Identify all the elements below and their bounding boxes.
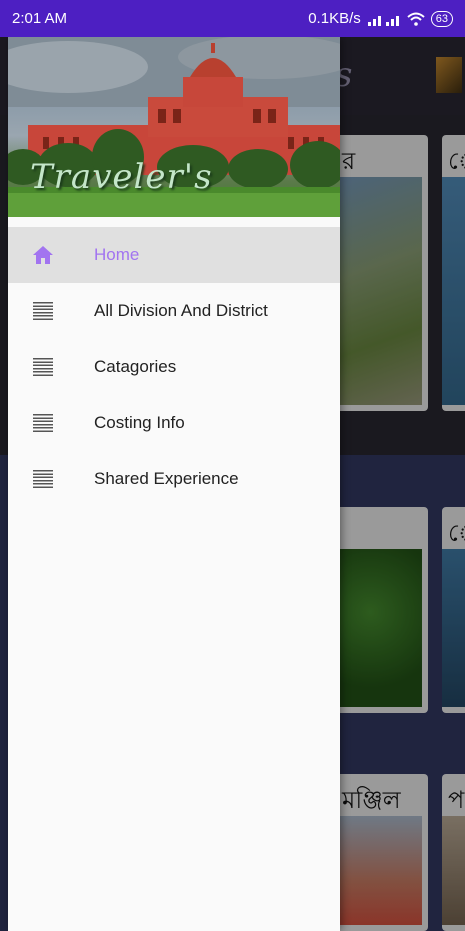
menu-item-shared-experience[interactable]: Shared Experience: [8, 451, 340, 507]
list-icon: [32, 413, 54, 433]
menu-item-label: Catagories: [94, 357, 177, 376]
menu-item-costing-info[interactable]: Costing Info: [8, 395, 340, 451]
menu-item-label: All Division And District: [94, 301, 268, 320]
menu-item-catagories[interactable]: Catagories: [8, 339, 340, 395]
signal-icon: [367, 15, 399, 26]
navigation-drawer: Traveler's Home All Division And Distric…: [8, 37, 340, 931]
wifi-icon: [407, 12, 425, 26]
status-icons: 0.1KB/s 63: [308, 10, 453, 27]
menu-item-home[interactable]: Home: [8, 227, 340, 283]
drawer-header-image: Traveler's: [8, 37, 340, 217]
menu-item-all-division-and-district[interactable]: All Division And District: [8, 283, 340, 339]
battery-indicator: 63: [430, 10, 453, 27]
menu-item-label: Costing Info: [94, 413, 185, 432]
app-title: Traveler's: [30, 157, 213, 197]
status-time: 2:01 AM: [12, 10, 68, 27]
menu-item-label: Shared Experience: [94, 469, 239, 488]
drawer-menu: Home All Division And District Catagorie…: [8, 227, 340, 507]
menu-item-label: Home: [94, 245, 140, 264]
network-speed: 0.1KB/s: [308, 10, 361, 27]
home-icon: [32, 245, 54, 265]
list-icon: [32, 301, 54, 321]
list-icon: [32, 357, 54, 377]
status-bar: 2:01 AM 0.1KB/s 63: [0, 0, 465, 37]
list-icon: [32, 469, 54, 489]
